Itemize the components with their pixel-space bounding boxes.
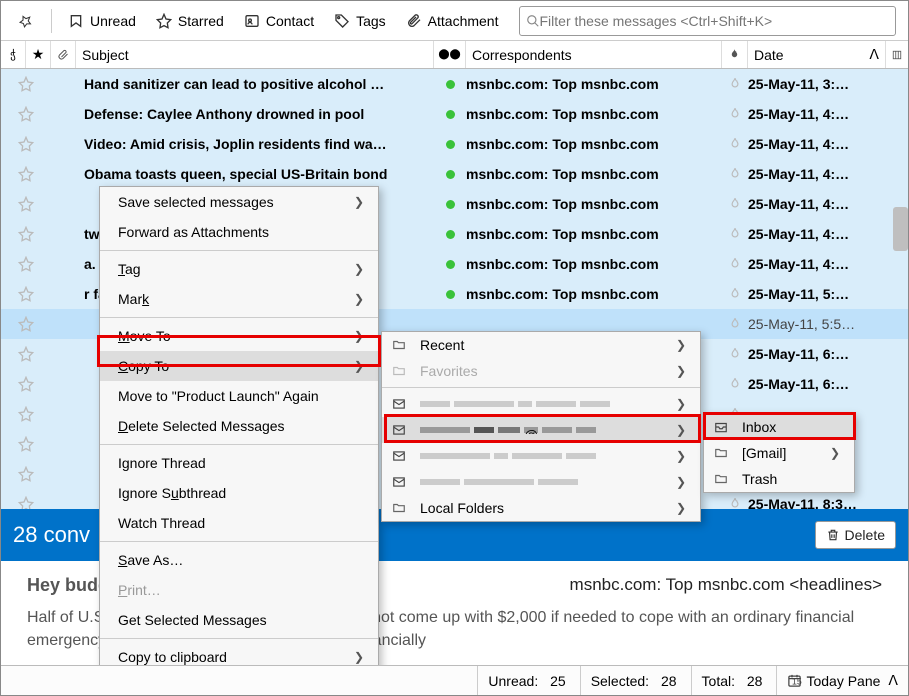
message-row[interactable]: Hand sanitizer can lead to positive alco… [1, 69, 908, 99]
cm-tag[interactable]: Tag❯ [100, 254, 378, 284]
sm-favorites: Favorites❯ [382, 358, 700, 384]
status-selected: Selected: 28 [580, 666, 677, 695]
folder-icon [392, 501, 410, 515]
status-unread: Unread: 25 [477, 666, 565, 695]
col-star[interactable]: ★ [26, 41, 51, 68]
mail-icon [392, 397, 410, 411]
sm-recent[interactable]: Recent❯ [382, 332, 700, 358]
delete-button[interactable]: Delete [815, 521, 896, 549]
pin-icon[interactable] [9, 8, 43, 34]
cm-copy-to[interactable]: Copy To❯ [100, 351, 378, 381]
filter-search[interactable] [519, 6, 897, 36]
folder-icon [714, 472, 732, 486]
scrollbar-thumb[interactable] [893, 207, 908, 251]
today-pane[interactable]: 15 Today Paneᐱ [776, 666, 898, 695]
mail-icon [392, 449, 410, 463]
cm-print: Print… [100, 575, 378, 605]
message-row[interactable]: Defense: Caylee Anthony drowned in pool … [1, 99, 908, 129]
folder-icon [392, 364, 410, 378]
filter-toolbar: Unread Starred Contact Tags Attachment [1, 1, 908, 41]
copy-to-submenu: Recent❯ Favorites❯ ❯ @❯ ❯ ❯ Local Folder… [381, 331, 701, 522]
mail-icon [392, 475, 410, 489]
column-headers: ჭ ★ Subject ⬤⬤ Correspondents Dateᐱ [1, 41, 908, 69]
cm-ignore-thread[interactable]: Ignore Thread [100, 448, 378, 478]
folder-icon [714, 446, 732, 460]
col-fire[interactable] [722, 41, 748, 68]
col-attach[interactable] [51, 41, 76, 68]
search-icon [526, 14, 540, 28]
cm-ignore-sub[interactable]: Ignore Subthread [100, 478, 378, 508]
sm-account3[interactable]: ❯ [382, 443, 700, 469]
cm-move-to[interactable]: Move To❯ [100, 321, 378, 351]
sm-account2[interactable]: @❯ [382, 417, 700, 443]
message-row[interactable]: Video: Amid crisis, Joplin residents fin… [1, 129, 908, 159]
col-junk[interactable]: ⬤⬤ [434, 41, 466, 68]
starred-filter[interactable]: Starred [148, 9, 232, 33]
account-submenu: Inbox [Gmail]❯ Trash [703, 413, 855, 493]
col-correspondents[interactable]: Correspondents [466, 41, 722, 68]
cm-forward[interactable]: Forward as Attachments [100, 217, 378, 247]
cm-move-again[interactable]: Move to "Product Launch" Again [100, 381, 378, 411]
sm-account1[interactable]: ❯ [382, 391, 700, 417]
unread-filter[interactable]: Unread [60, 9, 144, 33]
sm-gmail[interactable]: [Gmail]❯ [704, 440, 854, 466]
cm-save-selected[interactable]: Save selected messages❯ [100, 187, 378, 217]
preview-from: msnbc.com: Top msnbc.com <headlines> [570, 575, 882, 596]
inbox-icon [714, 420, 732, 434]
sm-inbox[interactable]: Inbox [704, 414, 854, 440]
status-total: Total: 28 [691, 666, 763, 695]
mail-icon [392, 423, 410, 437]
cm-save-as[interactable]: Save As… [100, 545, 378, 575]
cm-get-selected[interactable]: Get Selected Messages [100, 605, 378, 635]
cm-mark[interactable]: Mark❯ [100, 284, 378, 314]
svg-text:15: 15 [792, 676, 802, 686]
message-row[interactable]: Obama toasts queen, special US-Britain b… [1, 159, 908, 189]
context-menu: Save selected messages❯ Forward as Attac… [99, 186, 379, 673]
sm-trash[interactable]: Trash [704, 466, 854, 492]
col-thread[interactable]: ჭ [1, 41, 26, 68]
col-subject[interactable]: Subject [76, 41, 434, 68]
contact-filter[interactable]: Contact [236, 9, 322, 33]
col-picker[interactable] [886, 41, 908, 68]
sm-local[interactable]: Local Folders❯ [382, 495, 700, 521]
tags-filter[interactable]: Tags [326, 9, 394, 33]
calendar-icon: 15 [787, 673, 802, 688]
attachment-filter[interactable]: Attachment [398, 9, 507, 33]
col-date[interactable]: Dateᐱ [748, 41, 886, 68]
sm-account4[interactable]: ❯ [382, 469, 700, 495]
status-bar: Unread: 25 Selected: 28 Total: 28 15 Tod… [1, 665, 908, 695]
folder-icon [392, 338, 410, 352]
cm-watch[interactable]: Watch Thread [100, 508, 378, 538]
cm-delete[interactable]: Delete Selected Messages [100, 411, 378, 441]
trash-icon [826, 528, 840, 542]
filter-input[interactable] [540, 13, 890, 29]
